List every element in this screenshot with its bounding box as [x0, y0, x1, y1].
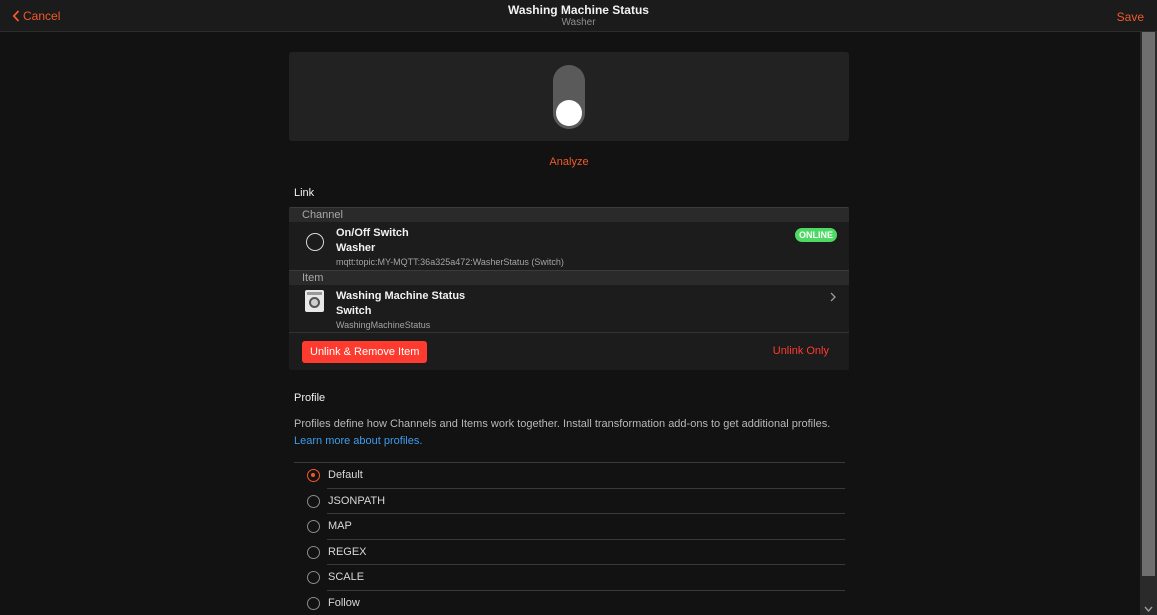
- navbar: Cancel Washing Machine Status Washer Sav…: [0, 0, 1157, 32]
- chevron-right-icon: [830, 292, 836, 302]
- learn-more-profiles-link[interactable]: Learn more about profiles.: [294, 435, 422, 447]
- link-card: Channel On/Off Switch Washer mqtt:topic:…: [289, 207, 849, 370]
- profile-option-label: Default: [328, 469, 363, 481]
- page-title: Washing Machine Status Washer: [0, 3, 1157, 29]
- item-row[interactable]: Washing Machine Status Switch WashingMac…: [289, 285, 849, 333]
- profile-option-label: SCALE: [328, 571, 365, 584]
- unlink-remove-item-button[interactable]: Unlink & Remove Item: [302, 341, 428, 363]
- profile-option-label: JSONPATH: [328, 494, 386, 507]
- item-name: WashingMachineStatus: [336, 320, 431, 330]
- radio-icon[interactable]: [307, 596, 320, 610]
- profile-option-regex[interactable]: REGEX: [294, 540, 845, 566]
- profile-option-label: MAP: [328, 520, 352, 533]
- channel-uid: mqtt:topic:MY-MQTT:36a325a472:WasherStat…: [336, 257, 564, 267]
- state-toggle[interactable]: [553, 65, 585, 129]
- scroll-down-arrow-icon[interactable]: [1144, 605, 1153, 613]
- item-label: Washing Machine Status: [336, 290, 466, 302]
- page-title-text: Washing Machine Status: [508, 3, 649, 17]
- link-actions: Unlink & Remove Item Unlink Only: [289, 333, 849, 370]
- analyze-link[interactable]: Analyze: [289, 156, 849, 170]
- profile-description: Profiles define how Channels and Items w…: [289, 416, 839, 450]
- radio-selected-icon[interactable]: [307, 469, 320, 482]
- profile-option-label: REGEX: [328, 545, 367, 558]
- radio-icon[interactable]: [307, 520, 320, 534]
- washer-icon: [305, 290, 324, 312]
- radio-icon[interactable]: [307, 545, 320, 559]
- profile-list: Default JSONPATH MAP REGEX SCALE Follow: [294, 462, 845, 615]
- profile-option-map[interactable]: MAP: [294, 514, 845, 540]
- scrollbar-thumb[interactable]: [1142, 32, 1155, 576]
- page-subtitle: Washer: [561, 17, 596, 28]
- profile-description-text: Profiles define how Channels and Items w…: [294, 418, 831, 430]
- status-badge: ONLINE: [794, 228, 837, 242]
- profile-section-title: Profile: [294, 392, 326, 404]
- unlink-only-button[interactable]: Unlink Only: [773, 345, 829, 357]
- profile-option-default[interactable]: Default: [294, 463, 845, 489]
- item-type: Switch: [336, 305, 372, 317]
- profile-option-jsonpath[interactable]: JSONPATH: [294, 489, 845, 515]
- state-preview-card: [289, 52, 849, 141]
- toggle-knob: [556, 100, 582, 126]
- link-section-title: Link: [294, 187, 315, 199]
- radio-icon[interactable]: [307, 494, 320, 508]
- profile-option-label: Follow: [328, 596, 360, 609]
- profile-option-follow[interactable]: Follow: [294, 591, 845, 615]
- channel-label: On/Off Switch: [336, 227, 409, 239]
- channel-group-header: Channel: [289, 207, 849, 222]
- channel-row[interactable]: On/Off Switch Washer mqtt:topic:MY-MQTT:…: [289, 222, 849, 270]
- channel-radio-icon: [306, 233, 324, 251]
- channel-thing: Washer: [336, 242, 376, 254]
- save-button[interactable]: Save: [1117, 10, 1144, 24]
- profile-option-scale[interactable]: SCALE: [294, 565, 845, 591]
- main-content: Analyze Link Channel On/Off Switch Washe…: [289, 52, 849, 615]
- radio-icon[interactable]: [307, 571, 320, 585]
- vertical-scrollbar[interactable]: [1140, 32, 1157, 615]
- item-group-header: Item: [289, 270, 849, 285]
